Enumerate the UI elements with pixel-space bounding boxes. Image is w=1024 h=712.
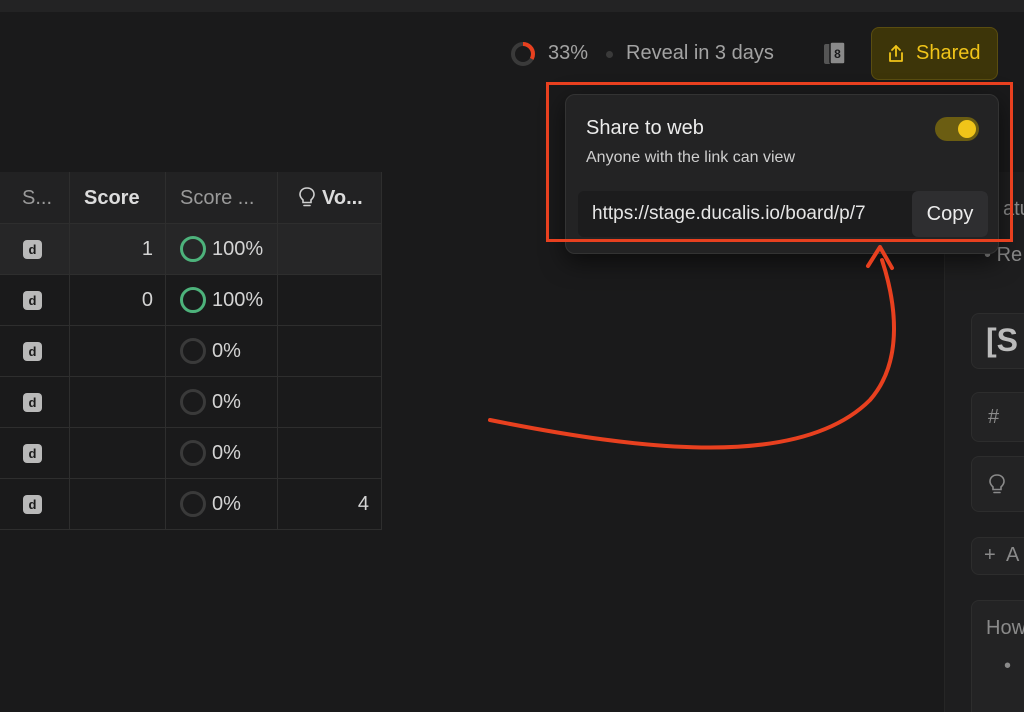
column-header-score-progress[interactable]: Score ... xyxy=(166,172,278,224)
table-row[interactable]: d 0% xyxy=(0,326,382,377)
score-percent: 0% xyxy=(212,442,241,464)
cards-count: 8 xyxy=(834,47,841,61)
progress-ring-icon xyxy=(180,236,206,262)
hash-icon: # xyxy=(988,406,1000,428)
side-panel-votes-field[interactable] xyxy=(971,456,1024,512)
bullet-icon: • xyxy=(1004,655,1012,677)
side-panel-description-text: How xyxy=(986,617,1024,639)
progress-ring-icon xyxy=(180,287,206,313)
status-badge: d xyxy=(23,291,42,310)
side-panel-description-box[interactable]: How • xyxy=(971,600,1024,712)
annotation-highlight-box xyxy=(546,82,1013,242)
column-header-score[interactable]: Score xyxy=(70,172,166,224)
side-panel-add-button[interactable]: + A xyxy=(971,537,1024,575)
share-icon xyxy=(889,44,903,62)
status-badge: d xyxy=(23,495,42,514)
score-value: 1 xyxy=(141,238,153,260)
score-percent: 0% xyxy=(212,391,241,413)
status-badge: d xyxy=(23,342,42,361)
table-row[interactable]: d 0 100% xyxy=(0,275,382,326)
score-percent: 100% xyxy=(212,238,264,260)
table-row[interactable]: d 0% 4 xyxy=(0,479,382,530)
separator-dot xyxy=(606,51,613,58)
shared-label: Shared xyxy=(916,42,981,64)
progress-ring-icon xyxy=(180,338,206,364)
score-percent: 0% xyxy=(212,493,241,515)
plus-icon: + xyxy=(984,544,996,566)
side-panel-add-label: A xyxy=(1006,544,1020,566)
table-header: S... Score Score ... Vo... xyxy=(0,172,382,224)
side-panel-bullet-text: Re xyxy=(996,244,1023,266)
column-header-votes[interactable]: Vo... xyxy=(278,172,382,224)
table-row[interactable]: d 1 100% xyxy=(0,224,382,275)
status-badge: d xyxy=(23,444,42,463)
progress-percent: 33% xyxy=(548,42,589,64)
cards-icon[interactable]: 8 xyxy=(822,40,848,68)
top-strip xyxy=(0,0,1024,12)
score-value: 0 xyxy=(141,289,153,311)
table-row[interactable]: d 0% xyxy=(0,377,382,428)
status-badge: d xyxy=(23,240,42,259)
progress-ring-icon xyxy=(180,440,206,466)
votes-header-label: Vo... xyxy=(322,187,363,209)
lightbulb-icon xyxy=(299,187,315,207)
side-panel-title-box[interactable]: [S xyxy=(971,313,1024,369)
votes-value: 4 xyxy=(357,493,369,515)
side-panel-heading: [S xyxy=(986,322,1018,358)
column-header-status[interactable]: S... xyxy=(0,172,70,224)
lightbulb-icon xyxy=(989,474,1005,494)
shared-button[interactable]: Shared xyxy=(871,27,998,80)
status-badge: d xyxy=(23,393,42,412)
progress-ring-icon xyxy=(511,42,535,66)
reveal-countdown: Reveal in 3 days xyxy=(626,42,774,64)
table-row[interactable]: d 0% xyxy=(0,428,382,479)
side-panel-id-field[interactable]: # xyxy=(971,392,1024,442)
progress-ring-icon xyxy=(180,491,206,517)
score-percent: 100% xyxy=(212,289,264,311)
score-percent: 0% xyxy=(212,340,241,362)
progress-ring-icon xyxy=(180,389,206,415)
